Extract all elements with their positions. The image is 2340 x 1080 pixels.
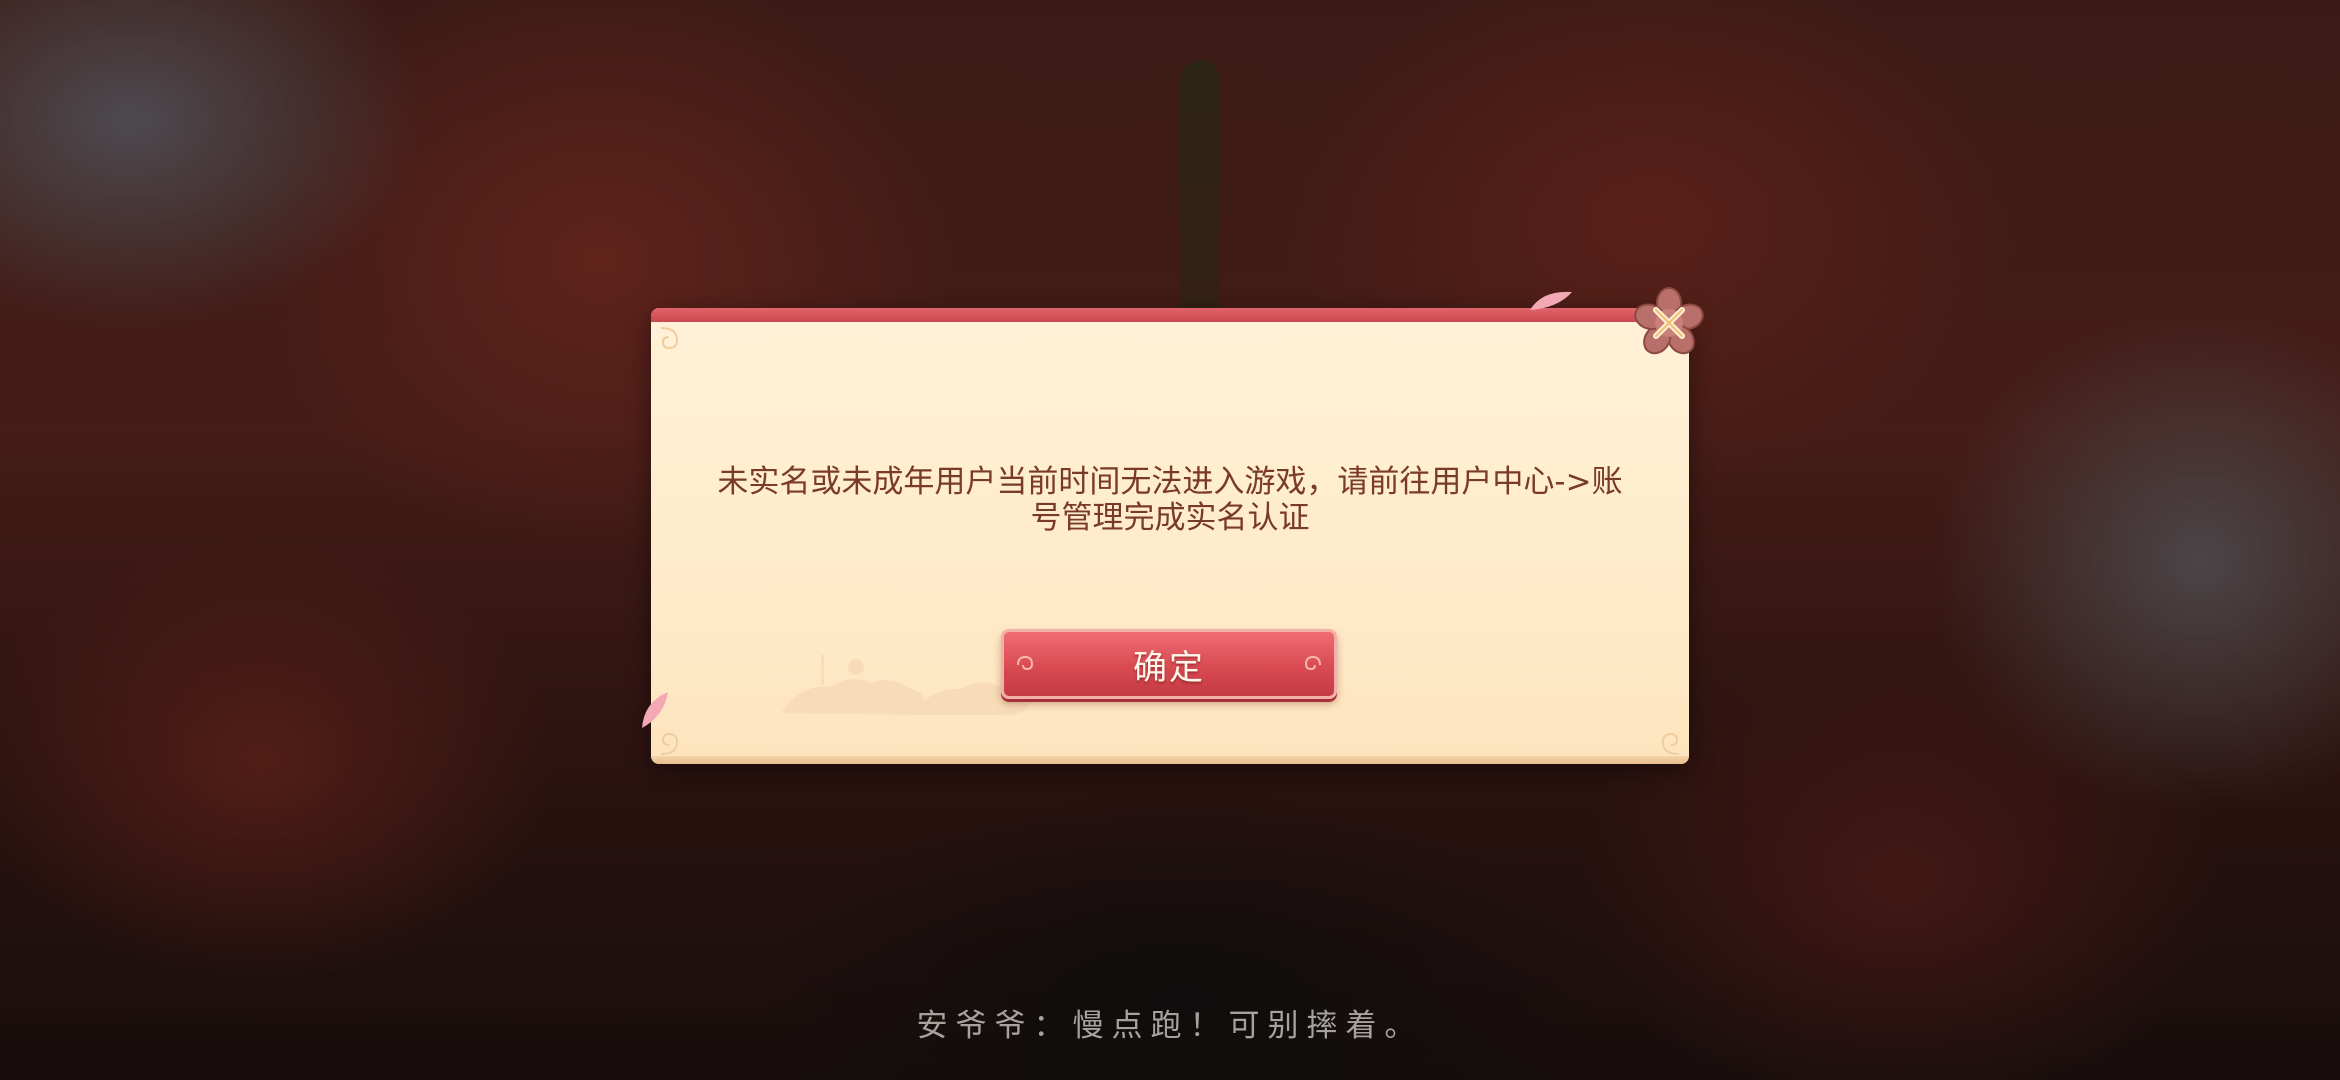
close-flower-icon[interactable] bbox=[1632, 286, 1706, 360]
confirm-button-label: 确定 bbox=[1133, 647, 1205, 688]
confirm-button[interactable]: 确定 bbox=[1001, 629, 1337, 699]
button-swirl-icon bbox=[1304, 655, 1321, 671]
real-name-alert-dialog: 未实名或未成年用户当前时间无法进入游戏，请前往用户中心->账号管理完成实名认证 … bbox=[651, 308, 1689, 764]
corner-swirl-icon bbox=[1661, 732, 1680, 755]
corner-swirl-icon bbox=[660, 732, 679, 755]
corner-swirl-icon bbox=[660, 327, 679, 350]
petal-icon bbox=[642, 692, 668, 728]
dialog-bottom-bar bbox=[651, 756, 1689, 764]
button-swirl-icon bbox=[1017, 655, 1034, 671]
petal-icon bbox=[1530, 291, 1572, 310]
dialogue-subtitle: 安爷爷：慢点跑！可别摔着。 bbox=[916, 1008, 1424, 1044]
dialog-message: 未实名或未成年用户当前时间无法进入游戏，请前往用户中心->账号管理完成实名认证 bbox=[717, 464, 1623, 536]
